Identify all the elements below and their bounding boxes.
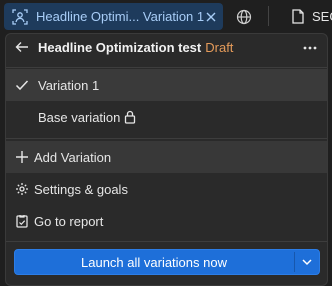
divider (6, 241, 327, 242)
variation-item-variation-1[interactable]: Variation 1 (6, 69, 327, 101)
segment-tab-label[interactable]: SEG (312, 9, 332, 24)
toolbar-divider (268, 6, 269, 26)
status-badge: Draft (205, 40, 234, 55)
experiment-panel: Headline Optimization test Draft Variatio… (5, 33, 328, 286)
experiment-tab[interactable]: Headline Optimi... Variation 1 (4, 3, 223, 30)
add-variation-button[interactable]: Add Variation (6, 141, 327, 173)
chevron-down-icon[interactable] (300, 255, 314, 269)
top-toolbar: Headline Optimi... Variation 1 SEG (0, 0, 332, 33)
back-arrow-icon[interactable] (15, 40, 29, 54)
experiment-tab-label: Headline Optimi... Variation 1 (36, 9, 205, 24)
gear-icon (16, 183, 28, 195)
document-icon (292, 9, 304, 24)
report-label: Go to report (34, 214, 104, 229)
experiment-title: Headline Optimization test (38, 40, 202, 55)
plus-icon (16, 151, 28, 163)
variation-item-base[interactable]: Base variation (6, 101, 327, 133)
ab-test-icon (12, 9, 28, 25)
globe-icon[interactable] (236, 9, 252, 25)
settings-label: Settings & goals (34, 182, 128, 197)
divider (6, 138, 327, 139)
settings-goals-item[interactable]: Settings & goals (6, 173, 327, 205)
page-title: Headline Optimization test Draft (38, 40, 233, 55)
close-icon[interactable] (203, 9, 219, 25)
more-options-icon[interactable] (302, 40, 318, 56)
launch-button-group: Launch all variations now (14, 249, 320, 275)
variation-label: Base variation (38, 110, 121, 125)
check-icon (15, 80, 29, 91)
panel-header: Headline Optimization test Draft (6, 34, 327, 64)
launch-split-divider (294, 252, 295, 272)
go-to-report-item[interactable]: Go to report (6, 205, 327, 237)
add-variation-label: Add Variation (34, 150, 112, 165)
divider (6, 67, 327, 68)
launch-button[interactable]: Launch all variations now (15, 250, 293, 274)
lock-icon (124, 110, 136, 124)
report-icon (16, 215, 28, 228)
variation-label: Variation 1 (38, 78, 100, 93)
